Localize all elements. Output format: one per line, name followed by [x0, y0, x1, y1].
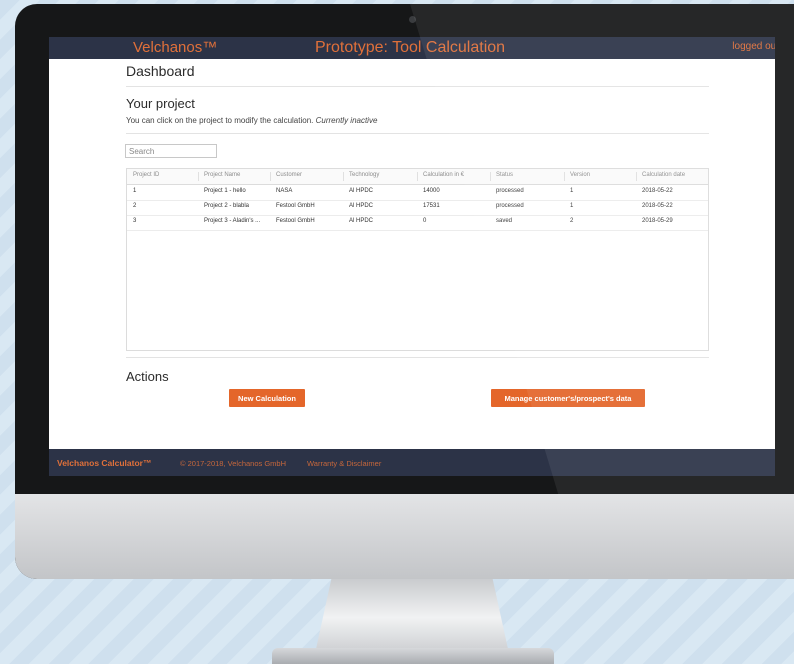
column-header-calculation-date[interactable]: Calculation date: [642, 172, 685, 178]
cell-technology: Al HPDC: [349, 188, 374, 194]
column-separator: [417, 172, 418, 181]
cell-calculation: 17531: [423, 203, 440, 209]
column-header-customer[interactable]: Customer: [276, 172, 302, 178]
cell-customer: Festool GmbH: [276, 218, 315, 224]
cell-calculation-date: 2018-05-29: [642, 218, 673, 224]
table-row[interactable]: 2 Project 2 - blabla Festool GmbH Al HPD…: [127, 200, 708, 216]
column-separator: [564, 172, 565, 181]
cell-project-id: 1: [133, 188, 137, 194]
cell-project-name: Project 3 - Aladin's ...: [204, 218, 261, 224]
divider: [126, 86, 709, 87]
warranty-disclaimer-link[interactable]: Warranty & Disclaimer: [307, 459, 381, 468]
cell-project-name: Project 2 - blabla: [204, 203, 250, 209]
table-row[interactable]: 1 Project 1 - hello NASA Al HPDC 14000 p…: [127, 185, 708, 201]
column-separator: [636, 172, 637, 181]
app-title: Prototype: Tool Calculation: [315, 39, 506, 56]
cell-status: processed: [496, 203, 524, 209]
column-header-project-name[interactable]: Project Name: [204, 172, 240, 178]
cell-version: 2: [570, 218, 574, 224]
brand-logo[interactable]: Velchanos™: [133, 39, 217, 56]
camera-icon: [409, 16, 416, 23]
divider: [126, 133, 709, 134]
cell-calculation-date: 2018-05-22: [642, 203, 673, 209]
top-navbar: Velchanos™ Prototype: Tool Calculation l…: [49, 37, 775, 59]
footer-brand: Velchanos Calculator™: [57, 458, 152, 468]
column-header-calculation[interactable]: Calculation in €: [423, 172, 464, 178]
column-separator: [198, 172, 199, 181]
cell-technology: Al HPDC: [349, 218, 374, 224]
cell-calculation-date: 2018-05-22: [642, 188, 673, 194]
page-title: Dashboard: [126, 63, 195, 79]
cell-project-id: 3: [133, 218, 137, 224]
cell-calculation: 14000: [423, 188, 440, 194]
cell-customer: Festool GmbH: [276, 203, 315, 209]
cell-calculation: 0: [423, 218, 427, 224]
section-title-your-project: Your project: [126, 96, 195, 111]
column-separator: [270, 172, 271, 181]
app-screen: Velchanos™ Prototype: Tool Calculation l…: [49, 37, 775, 472]
column-header-technology[interactable]: Technology: [349, 172, 379, 178]
footer-copyright: © 2017-2018, Velchanos GmbH: [180, 459, 287, 468]
cell-status: saved: [496, 218, 513, 224]
column-separator: [490, 172, 491, 181]
projects-table: Project ID Project Name Customer Technol…: [126, 168, 709, 351]
divider: [126, 357, 709, 358]
cell-version: 1: [570, 188, 574, 194]
login-status-link[interactable]: logged out: [732, 41, 775, 52]
monitor-stand-base: [272, 648, 554, 664]
table-row[interactable]: 3 Project 3 - Aladin's ... Festool GmbH …: [127, 215, 708, 231]
search-input[interactable]: [125, 144, 217, 158]
manage-customer-data-button[interactable]: Manage customer's/prospect's data: [491, 389, 645, 407]
section-title-actions: Actions: [126, 369, 169, 384]
cell-project-name: Project 1 - hello: [204, 188, 246, 194]
column-separator: [343, 172, 344, 181]
table-header-row: Project ID Project Name Customer Technol…: [127, 169, 708, 185]
monitor-stand: [316, 579, 508, 649]
cell-technology: Al HPDC: [349, 203, 374, 209]
cell-customer: NASA: [276, 188, 293, 194]
footer-bar: Velchanos Calculator™ © 2017-2018, Velch…: [49, 449, 775, 476]
monitor-chin: [15, 494, 794, 579]
column-header-project-id[interactable]: Project ID: [133, 172, 159, 178]
project-hint: You can click on the project to modify t…: [126, 116, 377, 125]
column-header-version[interactable]: Version: [570, 172, 590, 178]
cell-status: processed: [496, 188, 524, 194]
column-header-status[interactable]: Status: [496, 172, 513, 178]
project-hint-text: You can click on the project to modify t…: [126, 116, 314, 125]
project-hint-status: Currently inactive: [315, 116, 378, 125]
cell-version: 1: [570, 203, 574, 209]
cell-project-id: 2: [133, 203, 137, 209]
new-calculation-button[interactable]: New Calculation: [229, 389, 305, 407]
